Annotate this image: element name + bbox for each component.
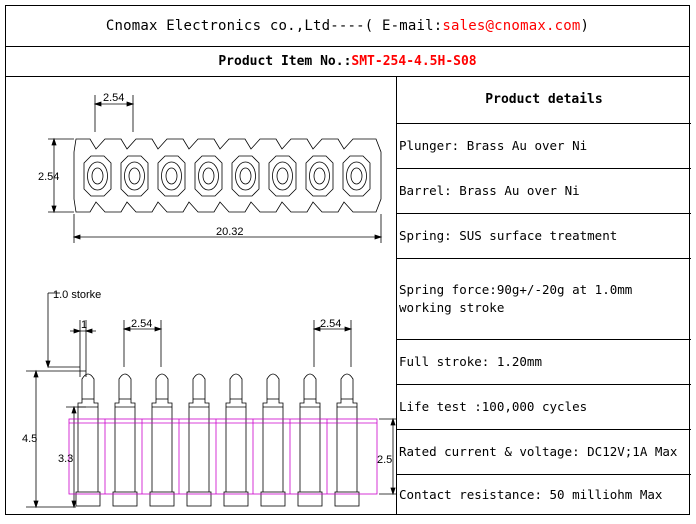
- technical-drawing: 2.54 2.54 20.32 1.0 storke 1 2.54 2.54 4…: [6, 77, 398, 515]
- drawing-svg: 2.54 2.54 20.32 1.0 storke 1 2.54 2.54 4…: [22, 92, 398, 509]
- details-title: Product details: [397, 77, 691, 124]
- top-view: [48, 95, 383, 243]
- dim-top-length: 20.32: [216, 226, 244, 238]
- detail-spring: Spring: SUS surface treatment: [397, 214, 691, 259]
- item-number: SMT-254-4.5H-S08: [351, 53, 477, 69]
- email-link[interactable]: sales@cnomax.com: [442, 18, 580, 34]
- company-line: Cnomax Electronics co.,Ltd----( E-mail:: [105, 18, 443, 34]
- dim-stroke-label: 1.0 storke: [53, 289, 101, 301]
- dim-gap: 1: [81, 319, 87, 331]
- dim-top-pitch: 2.54: [103, 92, 124, 104]
- company-header: Cnomax Electronics co.,Ltd----( E-mail: …: [6, 6, 689, 47]
- header-close: ): [580, 18, 590, 34]
- item-label: Product Item No.:: [218, 53, 352, 69]
- detail-life-test: Life test :100,000 cycles: [397, 385, 691, 430]
- detail-barrel: Barrel: Brass Au over Ni: [397, 169, 691, 214]
- dim-pitch-right: 2.54: [320, 318, 341, 330]
- detail-rated-current: Rated current & voltage: DC12V;1A Max: [397, 430, 691, 475]
- dim-total-height: 4.5: [22, 433, 37, 445]
- spec-sheet: Cnomax Electronics co.,Ltd----( E-mail: …: [5, 5, 691, 515]
- dim-pitch-left: 2.54: [131, 318, 152, 330]
- product-item-row: Product Item No.: SMT-254-4.5H-S08: [6, 46, 689, 77]
- detail-full-stroke: Full stroke: 1.20mm: [397, 340, 691, 385]
- detail-spring-force: Spring force:90g+/-20g at 1.0mm working …: [397, 259, 691, 340]
- dim-barrel-height: 3.3: [58, 453, 73, 465]
- product-details-table: Product details Plunger: Brass Au over N…: [396, 77, 691, 515]
- detail-contact-resistance: Contact resistance: 50 milliohm Max: [399, 487, 663, 502]
- dim-top-height: 2.54: [38, 171, 59, 183]
- dim-body-height: 2.5: [377, 454, 392, 466]
- detail-plunger: Plunger: Brass Au over Ni: [397, 124, 691, 169]
